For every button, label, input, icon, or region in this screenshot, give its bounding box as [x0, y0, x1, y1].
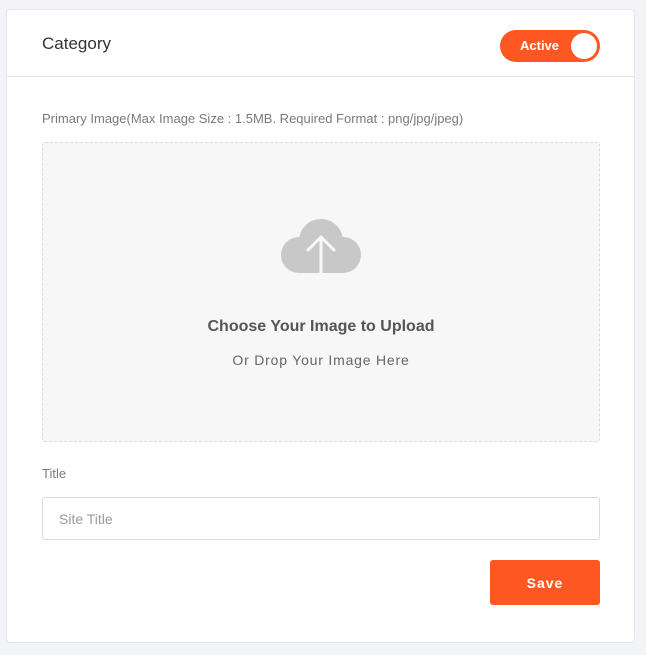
image-dropzone[interactable]: Choose Your Image to Upload Or Drop Your… [42, 142, 600, 442]
upload-title: Choose Your Image to Upload [207, 318, 435, 335]
site-title-input[interactable] [42, 497, 600, 540]
active-toggle[interactable]: Active [500, 30, 600, 62]
category-card: Category Active Primary Image(Max Image … [6, 9, 635, 643]
card-title: Category [42, 34, 111, 53]
title-label: Title [42, 466, 67, 481]
cloud-upload-icon [281, 219, 361, 291]
toggle-label: Active [520, 38, 560, 53]
card-header: Category Active [7, 10, 634, 77]
upload-subtitle: Or Drop Your Image Here [232, 352, 410, 368]
toggle-knob [571, 33, 597, 59]
primary-image-label: Primary Image(Max Image Size : 1.5MB. Re… [42, 111, 464, 126]
save-button[interactable]: Save [490, 560, 600, 605]
